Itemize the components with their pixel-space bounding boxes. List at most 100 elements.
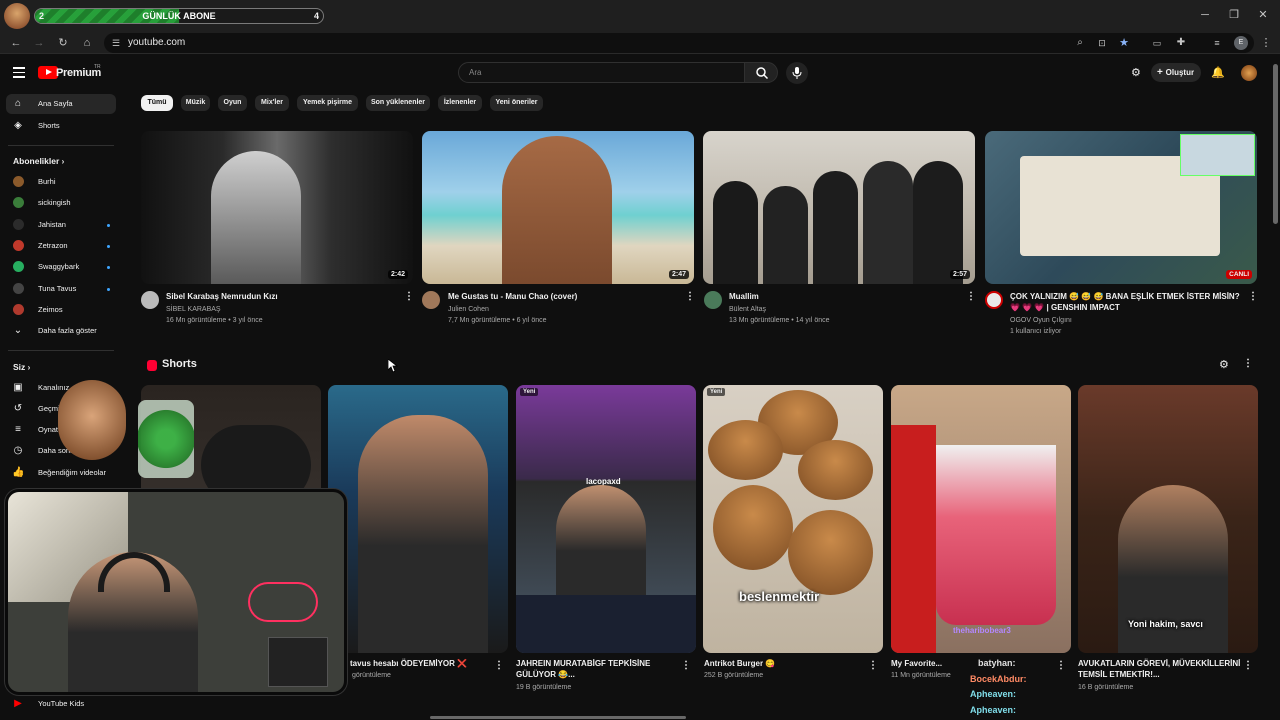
video-channel[interactable]: Julien Cohen	[448, 304, 489, 315]
site-info-icon[interactable]: ☰	[109, 36, 123, 50]
close-window-icon[interactable]: ✕	[1256, 8, 1270, 22]
video-title[interactable]: Muallim	[729, 291, 965, 302]
sidebar-subscription[interactable]: Zetrazon	[6, 236, 116, 256]
reading-list-icon[interactable]: ≡	[1210, 36, 1224, 50]
shorts-feedback-icon[interactable]: ⚙	[1219, 358, 1229, 371]
bookmark-star-icon[interactable]: ★	[1117, 36, 1131, 50]
cast-settings-icon[interactable]: ⚙	[1131, 66, 1145, 80]
voice-search-button[interactable]	[786, 62, 808, 84]
sidebar-subscription[interactable]: Tuna Tavus	[6, 279, 116, 299]
channel-avatar[interactable]	[704, 291, 722, 309]
subscriptions-header[interactable]: Abonelikler ›	[13, 156, 64, 166]
shorts-more-icon[interactable]: ⋮	[1243, 358, 1253, 369]
shorts-thumbnail[interactable]	[891, 385, 1071, 653]
video-title[interactable]: Me Gustas tu - Manu Chao (cover)	[448, 291, 684, 302]
extensions-icon[interactable]: ✚	[1174, 36, 1188, 50]
forward-icon[interactable]: →	[32, 36, 46, 50]
sidebar-subscription[interactable]: Zeimos	[6, 300, 116, 320]
you-header[interactable]: Siz ›	[13, 362, 30, 372]
video-title[interactable]: Sibel Karabaş Nemrudun Kızı	[166, 291, 402, 302]
more-actions-icon[interactable]: ⋮	[681, 660, 691, 671]
more-actions-icon[interactable]: ⋮	[404, 291, 414, 302]
more-actions-icon[interactable]: ⋮	[1056, 660, 1066, 671]
chip-mixes[interactable]: Mix'ler	[255, 95, 289, 111]
shorts-title[interactable]: Antrikot Burger 😋	[704, 658, 775, 669]
burger-image	[713, 485, 793, 570]
page-scrollbar[interactable]	[1273, 64, 1278, 224]
sidebar-item-liked[interactable]: 👍 Beğendiğim videolar	[6, 463, 116, 483]
chip-watched[interactable]: İzlenenler	[438, 95, 482, 111]
url-text[interactable]: youtube.com	[128, 37, 185, 48]
sidebar-subscription[interactable]: sickingish	[6, 193, 116, 213]
burger-image	[798, 440, 873, 500]
video-thumbnail[interactable]: 2:47	[422, 131, 694, 284]
channel-avatar	[13, 240, 24, 251]
video-title-line2[interactable]: 💗 💗 💗 | GENSHIN IMPACT	[1010, 302, 1246, 313]
channel-avatar[interactable]	[985, 291, 1003, 309]
cast-icon[interactable]: ▭	[1150, 36, 1164, 50]
channel-avatar[interactable]	[422, 291, 440, 309]
shorts-thumbnail[interactable]: Yeni lacopaxd	[516, 385, 696, 653]
sidebar-show-more[interactable]: ⌄ Daha fazla göster	[6, 321, 116, 341]
shorts-caption: Yoni hakim, savcı	[1128, 619, 1203, 629]
reload-icon[interactable]: ↻	[56, 36, 70, 50]
more-actions-icon[interactable]: ⋮	[868, 660, 878, 671]
sidebar-item-label: Shorts	[38, 121, 60, 130]
shorts-icon: ◈	[14, 120, 22, 131]
browser-toolbar: ← → ↻ ⌂ ☰ ⌕ ⊡ ★ ▭ ✚ ≡ E ⋮	[0, 32, 1280, 54]
minimize-icon[interactable]: ─	[1198, 8, 1212, 22]
channel-avatar[interactable]	[141, 291, 159, 309]
shorts-title[interactable]: AVUKATLARIN GÖREVİ, MÜVEKKİLLERİNİ	[1078, 658, 1240, 669]
video-thumbnail[interactable]: 2:57	[703, 131, 975, 284]
sidebar-item-home[interactable]: ⌂ Ana Sayfa	[6, 94, 116, 114]
chip-gaming[interactable]: Oyun	[218, 95, 247, 111]
sidebar-subscription[interactable]: Burhi	[6, 172, 116, 192]
shorts-title-line2[interactable]: GÜLÜYOR 😂...	[516, 669, 575, 680]
install-icon[interactable]: ⊡	[1095, 36, 1109, 50]
more-actions-icon[interactable]: ⋮	[1243, 660, 1253, 671]
shorts-title[interactable]: JAHREIN MURATABİGF TEPKİSİNE	[516, 658, 650, 669]
more-actions-icon[interactable]: ⋮	[966, 291, 976, 302]
search-input[interactable]: Ara	[458, 62, 745, 83]
more-actions-icon[interactable]: ⋮	[685, 291, 695, 302]
video-channel[interactable]: Bülent Altaş	[729, 304, 766, 315]
shorts-title[interactable]: My Favorite...	[891, 658, 942, 669]
video-title[interactable]: ÇOK YALNIZIM 😅 😅 😅 BANA EŞLİK ETMEK İSTE…	[1010, 291, 1246, 302]
guide-menu-icon[interactable]	[13, 66, 25, 78]
zoom-icon[interactable]: ⌕	[1073, 36, 1087, 50]
chip-music[interactable]: Müzik	[181, 95, 210, 111]
sidebar-divider	[8, 145, 114, 146]
video-channel[interactable]: OGOV Oyun Çılgını	[1010, 315, 1072, 326]
shorts-scrollbar[interactable]	[430, 716, 686, 719]
video-thumbnail[interactable]: CANLI	[985, 131, 1257, 284]
sidebar-item-youtube-kids[interactable]: ▶ YouTube Kids	[6, 694, 116, 714]
shorts-title-line2[interactable]: TEMSİL ETMEKTİR!...	[1078, 669, 1160, 680]
shorts-title[interactable]: tavus hesabı ÖDEYEMİYOR ❌	[350, 658, 467, 669]
shorts-thumbnail[interactable]: Yoni hakim, savcı	[1078, 385, 1258, 653]
more-actions-icon[interactable]: ⋮	[1248, 291, 1258, 302]
overlay-mascot-icon	[4, 3, 30, 29]
chip-cooking[interactable]: Yemek pişirme	[297, 95, 358, 111]
sidebar-subscription[interactable]: Swaggybark	[6, 257, 116, 277]
shorts-thumbnail[interactable]: Yeni beslenmektir	[703, 385, 883, 653]
sidebar-subscription[interactable]: Jahistan	[6, 215, 116, 235]
sidebar-item-shorts[interactable]: ◈ Shorts	[6, 116, 116, 136]
video-thumbnail[interactable]: 2:42	[141, 131, 413, 284]
chip-recent[interactable]: Son yüklenenler	[366, 95, 430, 111]
notifications-bell-icon[interactable]: 🔔	[1211, 66, 1225, 80]
account-avatar[interactable]	[1241, 65, 1257, 81]
home-button-icon[interactable]: ⌂	[80, 36, 94, 50]
playlist-icon: ≡	[15, 424, 21, 435]
video-channel[interactable]: SİBEL KARABAŞ	[166, 304, 221, 315]
browser-menu-icon[interactable]: ⋮	[1259, 36, 1273, 50]
shorts-thumbnail[interactable]	[328, 385, 508, 653]
sidebar-divider	[8, 350, 114, 351]
restore-icon[interactable]: ❐	[1227, 8, 1241, 22]
create-button[interactable]: + Oluştur	[1151, 63, 1201, 82]
search-button[interactable]	[744, 62, 778, 83]
chip-all[interactable]: Tümü	[141, 95, 173, 111]
profile-avatar[interactable]: E	[1234, 36, 1248, 50]
back-icon[interactable]: ←	[9, 36, 23, 50]
chip-new-to-you[interactable]: Yeni öneriler	[490, 95, 543, 111]
more-actions-icon[interactable]: ⋮	[494, 660, 504, 671]
